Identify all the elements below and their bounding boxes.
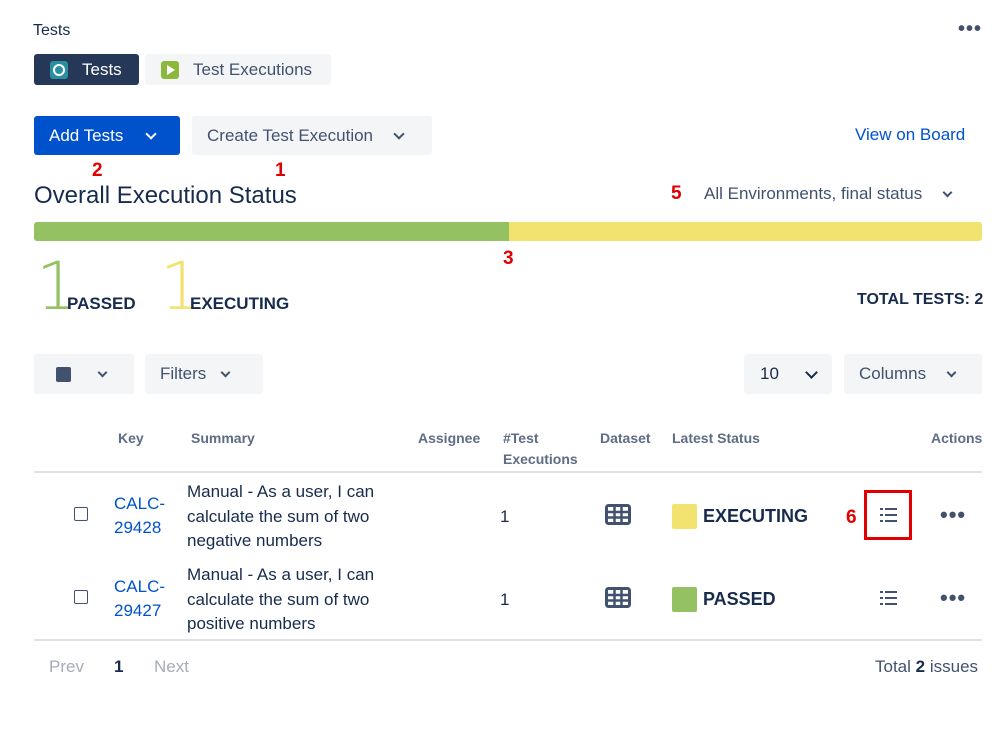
filters-button[interactable]: Filters <box>145 354 263 394</box>
chevron-down-icon <box>942 187 953 197</box>
column-header-actions: Actions <box>931 430 983 446</box>
total-count: 2 <box>915 657 926 676</box>
issue-key-part: CALC- <box>114 577 166 596</box>
total-suffix: issues <box>929 657 979 676</box>
dataset-grid-icon[interactable] <box>605 504 631 525</box>
status-label: PASSED <box>703 589 776 609</box>
bulk-select-dropdown[interactable] <box>34 354 134 394</box>
annotation-6: 6 <box>846 507 857 528</box>
summary-line: positive numbers <box>187 614 316 633</box>
tab-tests[interactable]: Tests <box>34 54 139 85</box>
executing-label: EXECUTING <box>190 294 290 313</box>
chevron-down-icon <box>805 365 818 379</box>
create-test-execution-label: Create Test Execution <box>207 125 373 145</box>
more-options-icon[interactable]: ••• <box>958 18 982 41</box>
row-more-actions-icon[interactable]: ••• <box>940 585 966 611</box>
row-summary: Manual - As a user, I can calculate the … <box>187 480 387 554</box>
next-page-button[interactable]: Next <box>154 657 189 677</box>
row-checkbox[interactable] <box>74 507 88 521</box>
summary-line: negative numbers <box>187 531 323 550</box>
test-executions-icon <box>161 60 179 79</box>
environment-select[interactable]: All Environments, final status <box>704 184 953 204</box>
columns-button[interactable]: Columns <box>844 354 982 394</box>
test-executions-count: 1 <box>500 507 510 526</box>
page-size-value: 10 <box>760 364 779 383</box>
test-executions-count: 1 <box>500 590 510 609</box>
create-test-execution-button[interactable]: Create Test Execution <box>192 116 432 155</box>
column-header-key[interactable]: Key <box>118 428 144 449</box>
column-header-dataset[interactable]: Dataset <box>600 428 651 449</box>
tab-label: Test Executions <box>193 59 313 79</box>
summary-line: calculate the sum of two <box>187 589 370 609</box>
column-header-summary[interactable]: Summary <box>191 428 255 449</box>
table-header-divider <box>34 471 982 473</box>
issue-key-link[interactable]: CALC- 29428 <box>114 492 165 540</box>
dataset-grid-icon[interactable] <box>605 587 631 608</box>
page-number-current[interactable]: 1 <box>114 657 123 677</box>
column-header-latest-status[interactable]: Latest Status <box>672 428 760 449</box>
overall-status-heading: Overall Execution Status <box>34 182 297 209</box>
column-header-assignee[interactable]: Assignee <box>418 428 480 449</box>
chevron-down-icon <box>145 127 158 140</box>
issue-key-part: 29428 <box>114 518 162 537</box>
section-title: Tests <box>33 22 71 39</box>
summary-line: Manual - As a user, I can <box>187 482 375 501</box>
row-summary: Manual - As a user, I can calculate the … <box>187 563 387 637</box>
total-tests: TOTAL TESTS: 2 <box>857 291 984 308</box>
chevron-down-icon <box>393 127 405 140</box>
annotation-2: 2 <box>92 160 103 181</box>
progress-passed-segment[interactable] <box>34 222 509 241</box>
status-swatch <box>672 587 697 612</box>
chevron-down-icon <box>97 367 108 377</box>
prev-page-button[interactable]: Prev <box>49 657 84 677</box>
tests-icon <box>50 60 68 79</box>
passed-label: PASSED <box>67 294 136 313</box>
row-more-actions-icon[interactable]: ••• <box>940 502 966 528</box>
column-header-test-executions[interactable]: #Test Executions <box>503 428 578 470</box>
table-bottom-divider <box>34 639 982 641</box>
progress-executing-segment[interactable] <box>509 222 982 241</box>
chevron-down-icon <box>220 367 231 377</box>
summary-line: Manual - As a user, I can <box>187 565 375 584</box>
annotation-highlight-box <box>864 490 912 540</box>
view-on-board-link[interactable]: View on Board <box>855 125 965 145</box>
select-all-checkbox-icon[interactable] <box>56 366 71 382</box>
filters-label: Filters <box>160 364 207 383</box>
tab-label: Tests <box>82 59 122 79</box>
tab-test-executions[interactable]: Test Executions <box>145 54 331 85</box>
add-tests-button[interactable]: Add Tests <box>34 116 180 155</box>
environment-label: All Environments, final status <box>704 184 923 203</box>
annotation-3: 3 <box>503 248 514 269</box>
row-checkbox[interactable] <box>74 590 88 604</box>
execution-details-icon[interactable] <box>880 590 897 606</box>
columns-label: Columns <box>859 364 927 383</box>
header-line: Executions <box>503 451 578 467</box>
chevron-down-icon <box>946 367 957 377</box>
total-issues: Total 2 issues <box>875 657 978 677</box>
header-line: #Test <box>503 430 539 446</box>
issue-key-part: 29427 <box>114 601 162 620</box>
page-size-select[interactable]: 10 <box>744 354 832 394</box>
total-prefix: Total <box>875 657 911 676</box>
status-swatch <box>672 504 697 529</box>
issue-key-link[interactable]: CALC- 29427 <box>114 575 165 623</box>
issue-key-part: CALC- <box>114 494 166 513</box>
summary-line: calculate the sum of two <box>187 506 370 526</box>
annotation-5: 5 <box>671 183 682 204</box>
status-label: EXECUTING <box>703 506 809 526</box>
add-tests-label: Add Tests <box>49 125 124 145</box>
annotation-1: 1 <box>275 160 286 181</box>
